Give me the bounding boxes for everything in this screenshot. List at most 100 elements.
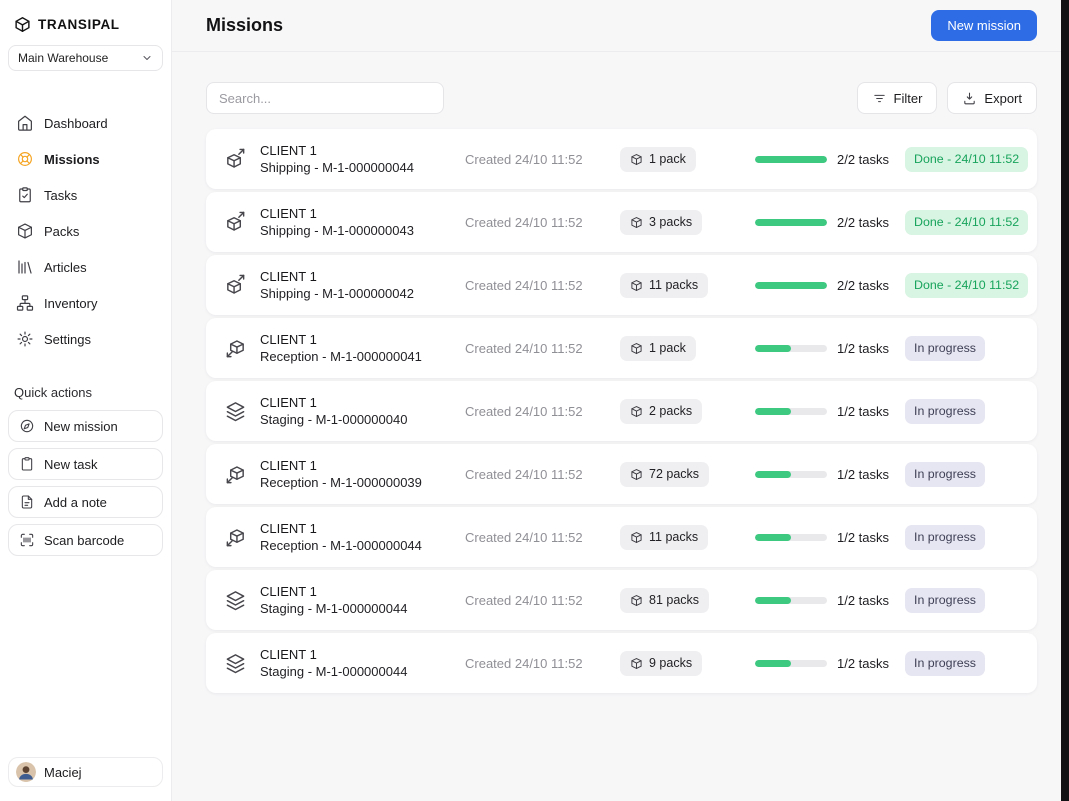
progress-bar-fill <box>755 282 827 289</box>
mission-reference: Staging - M-1-000000044 <box>260 663 465 680</box>
avatar <box>16 762 36 782</box>
mission-created: Created 24/10 11:52 <box>465 530 620 545</box>
tasks-count: 2/2 tasks <box>837 215 889 230</box>
sidebar-item-label: Inventory <box>44 296 97 311</box>
progress-bar <box>755 408 827 415</box>
chevron-down-icon <box>141 52 153 64</box>
tasks-count: 1/2 tasks <box>837 530 889 545</box>
pack-count-badge: 1 pack <box>620 147 696 172</box>
reception-icon <box>224 337 247 360</box>
status-badge: In progress <box>905 462 985 487</box>
sidebar-item-inventory[interactable]: Inventory <box>8 285 163 321</box>
sidebar-item-articles[interactable]: Articles <box>8 249 163 285</box>
sidebar-item-label: Dashboard <box>44 116 108 131</box>
progress-bar <box>755 471 827 478</box>
main-panel: Missions New mission Filter Export <box>172 0 1061 801</box>
brand-logo-icon <box>14 16 31 33</box>
mission-client: CLIENT 1 <box>260 520 465 537</box>
progress-bar-fill <box>755 156 827 163</box>
tasks-count: 2/2 tasks <box>837 152 889 167</box>
library-icon <box>16 258 34 276</box>
mission-row[interactable]: CLIENT 1 Reception - M-1-000000039 Creat… <box>206 444 1037 504</box>
sidebar-item-label: Settings <box>44 332 91 347</box>
warehouse-selector[interactable]: Main Warehouse <box>8 45 163 71</box>
sidebar-item-packs[interactable]: Packs <box>8 213 163 249</box>
user-name: Maciej <box>44 765 82 780</box>
mission-list: CLIENT 1 Shipping - M-1-000000044 Create… <box>206 129 1037 696</box>
mission-reference: Shipping - M-1-000000044 <box>260 159 465 176</box>
progress-bar-fill <box>755 534 791 541</box>
export-button-label: Export <box>984 91 1022 106</box>
filter-button-label: Filter <box>894 91 923 106</box>
mission-created: Created 24/10 11:52 <box>465 593 620 608</box>
status-badge: In progress <box>905 588 985 613</box>
mission-row[interactable]: CLIENT 1 Shipping - M-1-000000044 Create… <box>206 129 1037 189</box>
tasks-count: 1/2 tasks <box>837 656 889 671</box>
mission-row[interactable]: CLIENT 1 Shipping - M-1-000000042 Create… <box>206 255 1037 315</box>
pack-count-badge: 3 packs <box>620 210 702 235</box>
mission-row[interactable]: CLIENT 1 Staging - M-1-000000044 Created… <box>206 570 1037 630</box>
quick-action-new-task[interactable]: New task <box>8 448 163 480</box>
pack-count-badge: 9 packs <box>620 651 702 676</box>
status-badge: Done - 24/10 11:52 <box>905 210 1028 235</box>
note-icon <box>19 494 35 510</box>
tasks-count: 1/2 tasks <box>837 341 889 356</box>
staging-icon <box>224 589 247 612</box>
tasks-count: 1/2 tasks <box>837 467 889 482</box>
progress-bar-fill <box>755 660 791 667</box>
toolbar-actions: Filter Export <box>857 82 1037 114</box>
quick-action-label: Add a note <box>44 495 107 510</box>
mission-row[interactable]: CLIENT 1 Reception - M-1-000000041 Creat… <box>206 318 1037 378</box>
mission-reference: Reception - M-1-000000039 <box>260 474 465 491</box>
sidebar-item-label: Packs <box>44 224 79 239</box>
pack-count-badge: 11 packs <box>620 525 708 550</box>
missions-icon <box>16 150 34 168</box>
search-input[interactable] <box>206 82 444 114</box>
progress-bar-fill <box>755 597 791 604</box>
filter-button[interactable]: Filter <box>857 82 938 114</box>
status-badge: In progress <box>905 525 985 550</box>
warehouse-selector-value: Main Warehouse <box>18 51 108 65</box>
pack-icon <box>630 657 643 670</box>
pack-count-label: 81 packs <box>649 593 699 607</box>
mission-row[interactable]: CLIENT 1 Staging - M-1-000000040 Created… <box>206 381 1037 441</box>
mission-created: Created 24/10 11:52 <box>465 341 620 356</box>
mission-created: Created 24/10 11:52 <box>465 152 620 167</box>
staging-icon <box>224 652 247 675</box>
progress-bar <box>755 597 827 604</box>
mission-created: Created 24/10 11:52 <box>465 656 620 671</box>
sidebar-item-settings[interactable]: Settings <box>8 321 163 357</box>
sidebar: TRANSIPAL Main Warehouse Dashboard Missi… <box>0 0 172 801</box>
pack-count-label: 1 pack <box>649 341 686 355</box>
mission-created: Created 24/10 11:52 <box>465 467 620 482</box>
pack-icon <box>630 153 643 166</box>
mission-client: CLIENT 1 <box>260 583 465 600</box>
pack-icon <box>630 342 643 355</box>
sidebar-item-dashboard[interactable]: Dashboard <box>8 105 163 141</box>
mission-client: CLIENT 1 <box>260 268 465 285</box>
mission-client: CLIENT 1 <box>260 394 465 411</box>
barcode-scan-icon <box>19 532 35 548</box>
quick-action-new-mission[interactable]: New mission <box>8 410 163 442</box>
quick-action-label: Scan barcode <box>44 533 124 548</box>
mission-row[interactable]: CLIENT 1 Shipping - M-1-000000043 Create… <box>206 192 1037 252</box>
new-mission-button[interactable]: New mission <box>931 10 1037 41</box>
toolbar: Filter Export <box>206 82 1037 114</box>
sidebar-item-missions[interactable]: Missions <box>8 141 163 177</box>
shipping-icon <box>224 274 247 297</box>
brand: TRANSIPAL <box>8 14 163 45</box>
mission-reference: Shipping - M-1-000000043 <box>260 222 465 239</box>
export-icon <box>962 91 977 106</box>
quick-action-scan-barcode[interactable]: Scan barcode <box>8 524 163 556</box>
sidebar-item-tasks[interactable]: Tasks <box>8 177 163 213</box>
status-badge: In progress <box>905 651 985 676</box>
status-badge: Done - 24/10 11:52 <box>905 147 1028 172</box>
mission-row[interactable]: CLIENT 1 Staging - M-1-000000044 Created… <box>206 633 1037 693</box>
export-button[interactable]: Export <box>947 82 1037 114</box>
user-menu[interactable]: Maciej <box>8 757 163 787</box>
mission-row[interactable]: CLIENT 1 Reception - M-1-000000044 Creat… <box>206 507 1037 567</box>
quick-action-add-note[interactable]: Add a note <box>8 486 163 518</box>
pack-icon <box>630 468 643 481</box>
box-icon <box>16 222 34 240</box>
pack-count-badge: 1 pack <box>620 336 696 361</box>
